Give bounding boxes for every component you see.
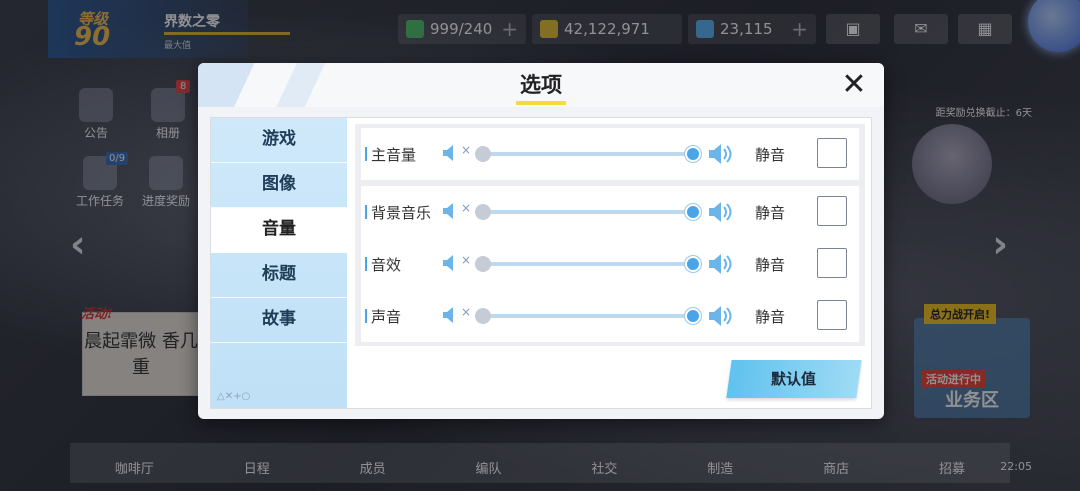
volume-slider-handle[interactable] bbox=[685, 146, 701, 162]
volume-row: 背景音乐 × 静音 bbox=[361, 186, 859, 238]
speaker-high-icon bbox=[707, 252, 735, 276]
volume-panel: 主音量 × 静音 背景音乐 × 静音 音效 × 静音 声音 × 静音 bbox=[355, 124, 865, 346]
mute-x-icon: × bbox=[461, 201, 472, 215]
slider-min-knob bbox=[475, 308, 491, 324]
sidebar-footer-symbols: △✕+○ bbox=[217, 391, 251, 402]
volume-slider-handle[interactable] bbox=[685, 256, 701, 272]
volume-row-label: 声音 bbox=[364, 308, 402, 326]
speaker-high-icon bbox=[707, 142, 735, 166]
volume-row-label: 背景音乐 bbox=[364, 204, 432, 222]
slider-min-knob bbox=[475, 146, 491, 162]
tab-graphics[interactable]: 图像 bbox=[211, 163, 347, 208]
default-button[interactable]: 默认值 bbox=[726, 360, 862, 398]
tab-story[interactable]: 故事 bbox=[211, 298, 347, 343]
mute-checkbox[interactable] bbox=[817, 300, 847, 330]
options-dialog: 选项 ✕ 游戏 图像 音量 标题 故事 △✕+○ 主音量 × 静音 背景音乐 × 静音 音效… bbox=[198, 63, 884, 419]
volume-slider-handle[interactable] bbox=[685, 204, 701, 220]
tab-game[interactable]: 游戏 bbox=[211, 118, 347, 163]
volume-row-label: 音效 bbox=[364, 256, 402, 274]
mute-checkbox[interactable] bbox=[817, 196, 847, 226]
speaker-high-icon bbox=[707, 200, 735, 224]
volume-row: 音效 × 静音 bbox=[361, 238, 859, 290]
mute-label: 静音 bbox=[755, 256, 786, 274]
mute-x-icon: × bbox=[461, 253, 472, 267]
speaker-low-icon bbox=[441, 305, 459, 325]
mute-checkbox[interactable] bbox=[817, 248, 847, 278]
volume-slider-track[interactable] bbox=[483, 314, 693, 318]
volume-slider-track[interactable] bbox=[483, 152, 693, 156]
volume-slider-track[interactable] bbox=[483, 262, 693, 266]
slider-min-knob bbox=[475, 204, 491, 220]
slider-min-knob bbox=[475, 256, 491, 272]
default-button-label: 默认值 bbox=[771, 370, 817, 388]
speaker-low-icon bbox=[441, 253, 459, 273]
speaker-low-icon bbox=[441, 201, 459, 221]
dialog-header: 选项 ✕ bbox=[198, 63, 884, 107]
mute-x-icon: × bbox=[461, 305, 472, 319]
mute-x-icon: × bbox=[461, 143, 472, 157]
mute-label: 静音 bbox=[755, 308, 786, 326]
title-underline bbox=[516, 101, 566, 105]
volume-row: 声音 × 静音 bbox=[361, 290, 859, 342]
mute-checkbox[interactable] bbox=[817, 138, 847, 168]
dialog-body: 游戏 图像 音量 标题 故事 △✕+○ 主音量 × 静音 背景音乐 × 静音 音效 × 静音 声音… bbox=[210, 117, 872, 409]
mute-label: 静音 bbox=[755, 204, 786, 222]
mute-label: 静音 bbox=[755, 146, 786, 164]
volume-row: 主音量 × 静音 bbox=[361, 128, 859, 180]
volume-row-label: 主音量 bbox=[364, 146, 417, 164]
options-sidebar: 游戏 图像 音量 标题 故事 △✕+○ bbox=[211, 118, 347, 408]
volume-slider-handle[interactable] bbox=[685, 308, 701, 324]
speaker-low-icon bbox=[441, 143, 459, 163]
volume-slider-track[interactable] bbox=[483, 210, 693, 214]
tab-volume[interactable]: 音量 bbox=[211, 208, 347, 253]
close-icon[interactable]: ✕ bbox=[838, 69, 870, 101]
volume-content: 主音量 × 静音 背景音乐 × 静音 音效 × 静音 声音 × 静音 默认值 bbox=[349, 118, 871, 408]
speaker-high-icon bbox=[707, 304, 735, 328]
tab-title[interactable]: 标题 bbox=[211, 253, 347, 298]
dialog-title: 选项 bbox=[520, 73, 562, 97]
